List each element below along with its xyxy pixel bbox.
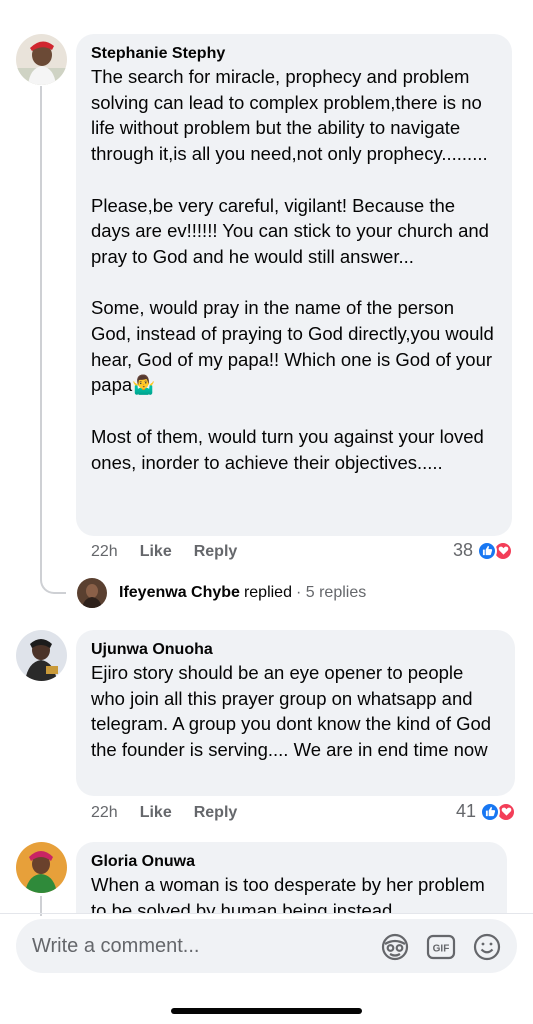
comment-text: Ejiro story should be an eye opener to p… <box>91 662 492 761</box>
like-button[interactable]: Like <box>140 804 172 822</box>
emoji-icon[interactable] <box>472 932 502 962</box>
avatar-sticker-icon[interactable] <box>380 932 410 962</box>
comment-bubble: Ujunwa Onuoha Ejiro story should be an e… <box>76 630 515 796</box>
comment-time[interactable]: 22h <box>91 804 118 822</box>
reaction-count: 38 <box>453 540 474 560</box>
comment-actions: 22h Like Reply <box>91 543 259 561</box>
reply-avatar[interactable] <box>77 578 107 608</box>
like-button[interactable]: Like <box>140 543 172 561</box>
comment-input[interactable] <box>32 919 362 973</box>
comment-bubble: Stephanie Stephy The search for miracle,… <box>76 34 512 536</box>
avatar[interactable] <box>16 630 67 681</box>
comment-composer[interactable]: GIF <box>16 919 517 973</box>
reaction-count: 41 <box>456 801 477 821</box>
comment-author[interactable]: Gloria Onuwa <box>91 852 491 872</box>
comment-bubble-clip: Gloria Onuwa When a woman is too despera… <box>76 842 507 913</box>
thread-line <box>40 86 42 576</box>
avatar[interactable] <box>16 842 67 893</box>
comment-time[interactable]: 22h <box>91 543 118 561</box>
reply-author: Ifeyenwa Chybe <box>119 584 240 601</box>
reaction-summary[interactable]: 41 <box>456 801 517 822</box>
reply-verb: replied <box>243 584 292 601</box>
view-replies-link[interactable]: Ifeyenwa Chybe replied · 5 replies <box>119 584 366 602</box>
comment-bubble: Gloria Onuwa When a woman is too despera… <box>76 842 507 913</box>
avatar[interactable] <box>16 34 67 85</box>
like-icon <box>480 801 501 822</box>
like-icon <box>477 540 498 561</box>
svg-text:GIF: GIF <box>433 944 450 955</box>
comment-author[interactable]: Stephanie Stephy <box>91 44 496 64</box>
comment-actions: 22h Like Reply <box>91 804 259 822</box>
reply-count: · 5 replies <box>295 584 367 601</box>
composer-divider <box>0 913 533 914</box>
comment-author[interactable]: Ujunwa Onuoha <box>91 640 499 660</box>
home-indicator <box>171 1008 362 1014</box>
comment-text: When a woman is too desperate by her pro… <box>91 874 485 913</box>
reply-button[interactable]: Reply <box>194 543 238 561</box>
comment-text: The search for miracle, prophecy and pro… <box>91 66 494 473</box>
reaction-summary[interactable]: 38 <box>453 540 514 561</box>
thread-curve <box>40 560 66 594</box>
reply-button[interactable]: Reply <box>194 804 238 822</box>
gif-icon[interactable]: GIF <box>426 932 456 962</box>
